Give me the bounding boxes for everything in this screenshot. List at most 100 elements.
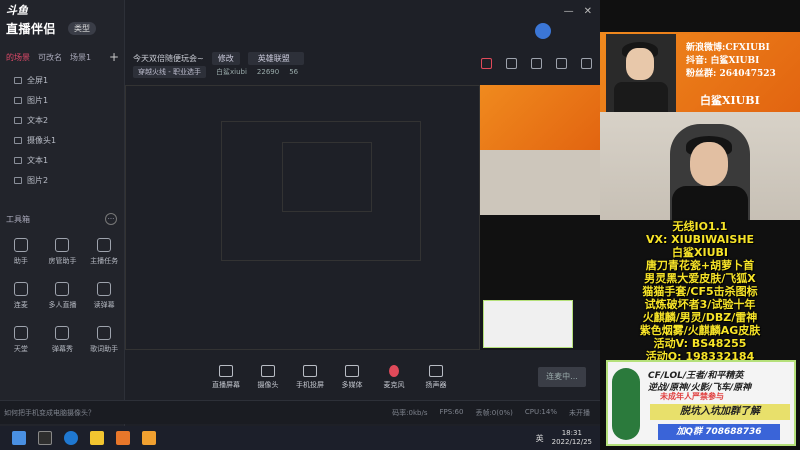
source-item[interactable]: 全屏1 bbox=[0, 70, 125, 90]
scene-tab-1[interactable]: 可改名 bbox=[38, 52, 62, 63]
scene-tab-2[interactable]: 场景1 bbox=[70, 52, 91, 63]
more-icon[interactable]: ··· bbox=[105, 213, 117, 225]
room-manager-icon bbox=[55, 238, 70, 252]
lock-icon[interactable] bbox=[506, 58, 517, 69]
tool-label: 天堂 bbox=[13, 345, 28, 353]
stream-title: 今天双倍随便玩会~ bbox=[133, 54, 204, 63]
tool-label: 读弹幕 bbox=[93, 301, 115, 309]
search-icon[interactable] bbox=[38, 431, 52, 445]
scene-tabs: 的场景 可改名 场景1 + bbox=[0, 48, 125, 66]
logo-top: 斗鱼 bbox=[6, 4, 28, 17]
promo-line: 唐刀青花瓷+胡萝卜首 bbox=[645, 259, 755, 272]
stat-dropped: 丢帧:0(0%) bbox=[475, 408, 513, 417]
danmaku-show-icon bbox=[55, 326, 70, 340]
sub-category-chip[interactable]: 穿越火线 - 职业选手 bbox=[133, 66, 206, 78]
tool-label: 房管助手 bbox=[48, 257, 77, 265]
type-button[interactable]: 类型 bbox=[68, 22, 96, 35]
edit-title-button[interactable]: 修改 bbox=[211, 52, 240, 65]
source-item[interactable]: 文本2 bbox=[0, 110, 125, 130]
nested-camera bbox=[480, 150, 600, 215]
douyin-text: 抖音: 白鲨XIUBI bbox=[686, 56, 760, 66]
stream-preview[interactable] bbox=[125, 85, 600, 350]
input-lang[interactable]: 英 bbox=[536, 433, 544, 444]
app-window: 斗鱼 直播伴侣 类型 的场景 可改名 场景1 + 全屏1 图片1 文本2 摄像头… bbox=[0, 0, 600, 426]
tool-label: 弹幕秀 bbox=[51, 345, 73, 353]
weibo-text: 新浪微博:CFXIUBI bbox=[686, 43, 770, 53]
tool-item[interactable]: 歌词助手 bbox=[83, 326, 125, 354]
game-icon[interactable] bbox=[116, 431, 130, 445]
tool-label: 歌词助手 bbox=[90, 345, 119, 353]
tool-label: 多人直播 bbox=[48, 301, 77, 309]
screen-capture-button[interactable]: 直播屏幕 bbox=[205, 365, 247, 390]
clock[interactable]: 18:31 2022/12/25 bbox=[552, 429, 592, 447]
speaker-button[interactable]: 扬声器 bbox=[415, 365, 457, 390]
source-item[interactable]: 文本1 bbox=[0, 150, 125, 170]
camera-icon bbox=[14, 136, 22, 144]
tool-item[interactable]: 弹幕秀 bbox=[42, 326, 84, 354]
text-icon bbox=[14, 156, 22, 164]
multi-live-icon bbox=[55, 282, 70, 296]
camera-icon bbox=[261, 365, 275, 377]
phone-cast-button[interactable]: 手机投屏 bbox=[289, 365, 331, 390]
cam-person-face bbox=[690, 142, 728, 186]
help-link[interactable]: 如何把手机变成电脑摄像头？ bbox=[4, 408, 95, 418]
media-button[interactable]: 多媒体 bbox=[331, 365, 373, 390]
source-item[interactable]: 图片1 bbox=[0, 90, 125, 110]
toolbar-label: 直播屏幕 bbox=[212, 381, 240, 389]
webcam-feed bbox=[600, 112, 800, 220]
tool-item[interactable]: 连麦 bbox=[0, 282, 42, 310]
close-icon[interactable]: ✕ bbox=[584, 6, 592, 17]
layout-icon[interactable] bbox=[581, 58, 592, 69]
tool-item[interactable]: 主播任务 bbox=[83, 238, 125, 266]
card-qq-group: 加Q群 708688736 bbox=[658, 424, 780, 440]
left-panel: 斗鱼 直播伴侣 类型 的场景 可改名 场景1 + 全屏1 图片1 文本2 摄像头… bbox=[0, 0, 125, 426]
microphone-button[interactable]: 麦克风 bbox=[373, 365, 415, 390]
add-scene-icon[interactable]: + bbox=[109, 50, 119, 64]
promo-line: 紫色烟雾/火麒麟AG皮肤 bbox=[639, 324, 761, 337]
minimize-icon[interactable]: — bbox=[564, 6, 574, 17]
image-icon bbox=[14, 176, 22, 184]
top-bar: — ✕ bbox=[125, 0, 600, 46]
tool-item[interactable]: 房管助手 bbox=[42, 238, 84, 266]
toolbar-label: 手机投屏 bbox=[296, 381, 324, 389]
tool-item[interactable]: 助手 bbox=[0, 238, 42, 266]
mascot-badge bbox=[612, 368, 640, 440]
promo-logo[interactable] bbox=[535, 20, 595, 42]
camera-button[interactable]: 摄像头 bbox=[247, 365, 289, 390]
source-item[interactable]: 摄像头1 bbox=[0, 130, 125, 150]
microphone-icon bbox=[389, 365, 399, 377]
tool-item[interactable]: 多人直播 bbox=[42, 282, 84, 310]
tool-item[interactable]: 天堂 bbox=[0, 326, 42, 354]
promo-text-block: 无线IO1.1 VX: XIUBIWAISHE 白鲨XIUBI 唐刀青花瓷+胡萝… bbox=[600, 220, 800, 363]
category-select[interactable]: 英雄联盟 bbox=[247, 52, 304, 65]
promo-line: 猫猫手套/CF5击杀图标 bbox=[642, 285, 758, 298]
windows-start-icon[interactable] bbox=[12, 431, 26, 445]
screen-icon bbox=[219, 365, 233, 377]
clock-date: 2022/12/25 bbox=[551, 438, 592, 446]
lyrics-icon bbox=[97, 326, 112, 340]
start-stream-button[interactable]: 连麦中... bbox=[538, 367, 586, 387]
room-id: 22690 bbox=[256, 68, 280, 76]
toolbar-label: 多媒体 bbox=[341, 381, 363, 389]
app-icon[interactable] bbox=[90, 431, 104, 445]
text-icon bbox=[14, 116, 22, 124]
toolbar-label: 麦克风 bbox=[383, 381, 405, 389]
toolbox-title: 工具箱 bbox=[6, 214, 30, 224]
toolbox-grid: 助手 房管助手 主播任务 连麦 多人直播 读弹幕 天堂 弹幕秀 歌词助手 bbox=[0, 238, 125, 354]
settings-icon[interactable] bbox=[556, 58, 567, 69]
douyu-icon[interactable] bbox=[142, 431, 156, 445]
stream-stats: 码率:0kb/s FPS:60 丢帧:0(0%) CPU:14% 未开播 bbox=[392, 408, 590, 418]
source-item[interactable]: 图片2 bbox=[0, 170, 125, 190]
edge-icon[interactable] bbox=[64, 431, 78, 445]
scene-tab-0[interactable]: 的场景 bbox=[6, 52, 30, 63]
fans-text: 粉丝群: 264047523 bbox=[686, 69, 776, 79]
tool-item[interactable]: 读弹幕 bbox=[83, 282, 125, 310]
promo-line: 无线IO1.1 bbox=[672, 220, 728, 233]
toolbar-label: 扬声器 bbox=[425, 381, 447, 389]
stat-bitrate: 码率:0kb/s bbox=[392, 408, 428, 417]
read-danmaku-icon bbox=[97, 282, 112, 296]
fans-count: 56 bbox=[289, 68, 299, 76]
gift-icon[interactable] bbox=[481, 58, 492, 69]
social-info: 新浪微博:CFXIUBI 抖音: 白鲨XIUBI 粉丝群: 264047523 bbox=[686, 42, 776, 81]
share-icon[interactable] bbox=[531, 58, 542, 69]
